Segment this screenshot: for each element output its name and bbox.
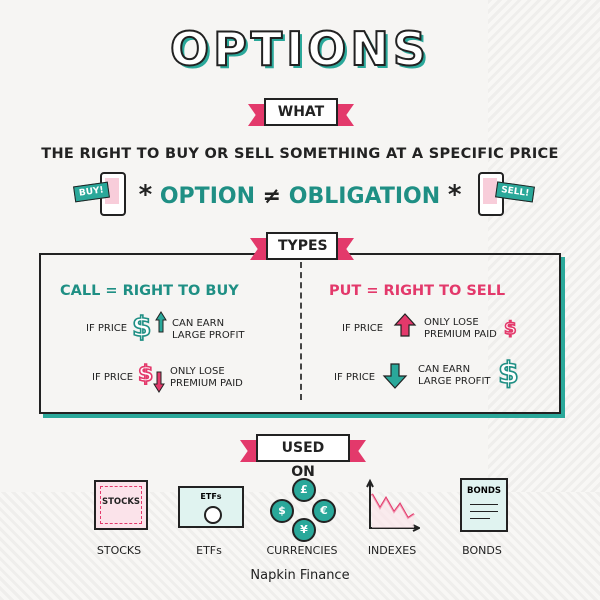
put-row2-prefix: IF PRICE bbox=[334, 372, 376, 383]
put-row1-line1: ONLY LOSE bbox=[424, 317, 479, 328]
euro-coin-icon: € bbox=[312, 499, 336, 523]
currency-coins-icon: £ $ ¥ € bbox=[270, 478, 336, 542]
put-heading: PUT = RIGHT TO SELL bbox=[329, 283, 506, 299]
what-ribbon-label: WHAT bbox=[264, 98, 338, 126]
call-dollar-small-icon: $ bbox=[137, 361, 154, 388]
call-row1-line2: LARGE PROFIT bbox=[172, 330, 245, 341]
seal-icon bbox=[204, 506, 222, 524]
used-on-currencies-label: CURRENCIES bbox=[266, 544, 338, 557]
stock-certificate-icon: STOCKS bbox=[94, 480, 148, 530]
put-dollar-icon: $ bbox=[497, 355, 519, 392]
used-on-stocks-label: STOCKS bbox=[96, 544, 142, 557]
types-ribbon-label: TYPES bbox=[266, 232, 338, 260]
brand-footer: Napkin Finance bbox=[250, 568, 350, 583]
arrow-down-icon bbox=[153, 371, 165, 393]
types-ribbon: TYPES bbox=[250, 232, 354, 260]
put-row2-text: CAN EARN LARGE PROFIT bbox=[418, 364, 491, 388]
index-chart-icon bbox=[366, 478, 420, 532]
bonds-icon-text: BONDS bbox=[467, 486, 501, 496]
page-title: OPTIONS bbox=[169, 21, 431, 77]
definition-text: THE RIGHT TO BUY OR SELL SOMETHING AT A … bbox=[41, 146, 559, 162]
what-ribbon: WHAT bbox=[248, 98, 354, 126]
types-divider bbox=[300, 262, 302, 400]
put-dollar-small-icon: $ bbox=[503, 317, 517, 340]
used-on-indexes-label: INDEXES bbox=[367, 544, 417, 557]
obligation-word: OBLIGATION bbox=[288, 184, 441, 209]
option-not-obligation: * OPTION ≠ OBLIGATION * bbox=[0, 180, 600, 210]
put-row1-line2: PREMIUM PAID bbox=[424, 329, 497, 340]
call-heading: CALL = RIGHT TO BUY bbox=[60, 283, 239, 299]
call-row1-prefix: IF PRICE bbox=[86, 323, 128, 334]
call-row2-line2: PREMIUM PAID bbox=[170, 378, 243, 389]
call-row2-text: ONLY LOSE PREMIUM PAID bbox=[170, 366, 243, 390]
etf-certificate-icon: ETFs bbox=[178, 486, 244, 528]
stocks-icon-text: STOCKS bbox=[101, 497, 141, 507]
put-row1-text: ONLY LOSE PREMIUM PAID bbox=[424, 317, 497, 341]
asterisk-left: * bbox=[138, 180, 153, 210]
put-row2-line2: LARGE PROFIT bbox=[418, 376, 491, 387]
call-row1-line1: CAN EARN bbox=[172, 318, 225, 329]
not-equal-symbol: ≠ bbox=[262, 184, 282, 209]
bond-document-icon: BONDS bbox=[460, 478, 508, 532]
used-on-ribbon-label: USED ON bbox=[256, 434, 350, 480]
option-word: OPTION bbox=[159, 184, 255, 209]
call-row2-prefix: IF PRICE bbox=[92, 372, 134, 383]
put-row2-line1: CAN EARN bbox=[418, 364, 471, 375]
asterisk-right: * bbox=[447, 180, 462, 210]
used-on-bonds-label: BONDS bbox=[462, 544, 502, 557]
arrow-up-icon bbox=[393, 313, 417, 337]
arrow-up-icon bbox=[155, 311, 167, 333]
etfs-icon-text: ETFs bbox=[200, 492, 222, 501]
used-on-etfs-label: ETFs bbox=[196, 544, 222, 557]
call-row2-line1: ONLY LOSE bbox=[170, 366, 225, 377]
yen-coin-icon: ¥ bbox=[292, 518, 316, 542]
dollar-coin-icon: $ bbox=[270, 499, 294, 523]
arrow-down-icon bbox=[382, 363, 408, 389]
put-row1-prefix: IF PRICE bbox=[342, 323, 384, 334]
call-row1-text: CAN EARN LARGE PROFIT bbox=[172, 318, 245, 342]
used-on-ribbon: USED ON bbox=[240, 434, 366, 480]
call-dollar-icon: $ bbox=[131, 309, 152, 344]
